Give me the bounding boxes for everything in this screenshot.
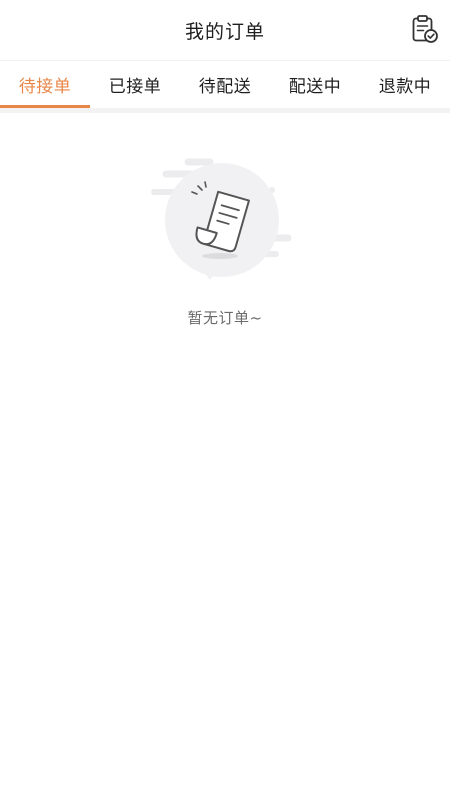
order-records-button[interactable] bbox=[410, 14, 440, 44]
top-bar: 我的订单 bbox=[0, 0, 450, 60]
tab-pending-delivery[interactable]: 待配送 bbox=[180, 61, 270, 108]
order-status-tabs: 待接单 已接单 待配送 配送中 退款中 bbox=[0, 60, 450, 108]
empty-message: 暂无订单~ bbox=[187, 309, 263, 327]
empty-receipt-icon bbox=[151, 158, 292, 280]
empty-state: 暂无订单~ bbox=[0, 150, 450, 328]
clipboard-check-icon bbox=[412, 15, 438, 43]
tabs-divider bbox=[0, 108, 450, 113]
page-title: 我的订单 bbox=[184, 20, 265, 43]
tab-accepted[interactable]: 已接单 bbox=[90, 61, 180, 108]
tab-pending-accept[interactable]: 待接单 bbox=[0, 61, 90, 108]
tab-refunding[interactable]: 退款中 bbox=[360, 61, 450, 108]
order-list-screen: 我的订单 待接单 已接单 待配送 配送中 退款中 暂无订单~ bbox=[0, 0, 450, 800]
tab-delivering[interactable]: 配送中 bbox=[270, 61, 360, 108]
